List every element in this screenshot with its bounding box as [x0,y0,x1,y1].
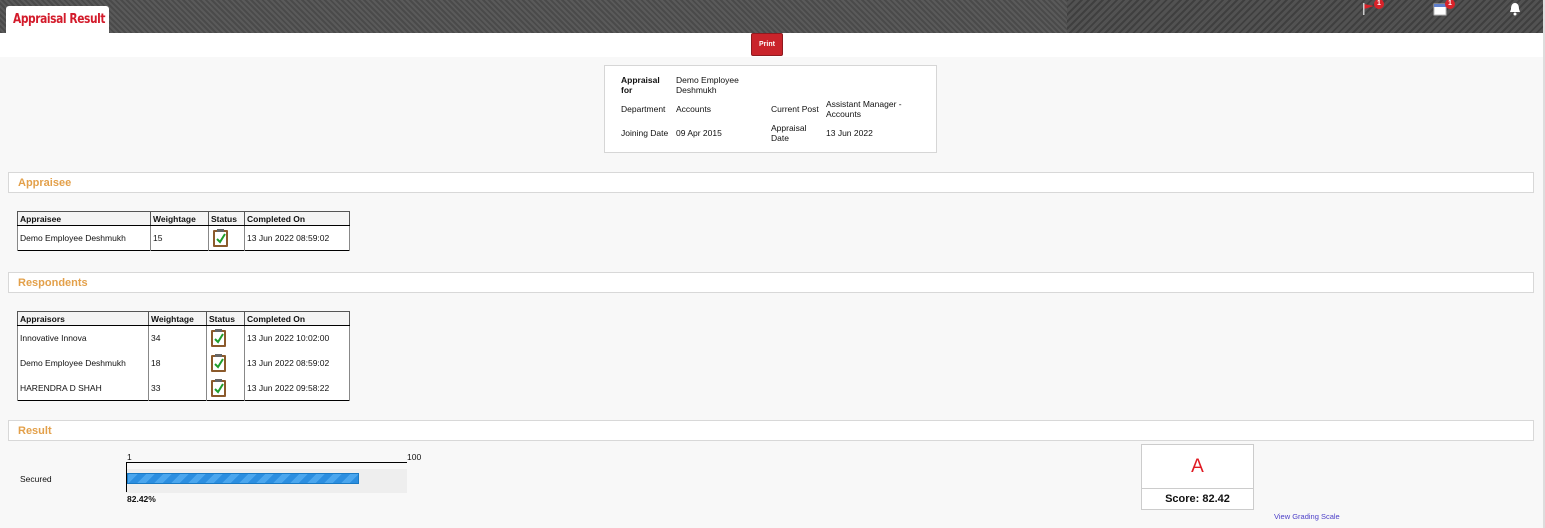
secured-progress-bar [127,473,359,484]
respondents-table: Appraisors Weightage Status Completed On… [17,311,350,401]
department-label: Department [621,104,666,114]
table-row: Demo Employee Deshmukh 18 13 Jun 2022 08… [17,350,350,376]
weightage-cell: 18 [148,350,207,376]
scale-axis [126,462,407,463]
department-value: Accounts [676,104,711,114]
calendar-icon[interactable]: 1 [1433,0,1455,16]
secured-label: Secured [20,474,52,484]
respondents-section-title: Respondents [18,277,88,289]
grade-card: A Score: 82.42 [1141,444,1254,510]
appraisee-name: Demo Employee Deshmukh [17,225,151,251]
column-header: Completed On [244,311,350,326]
page-title: Appraisal Result [13,12,106,27]
column-header: Completed On [244,211,350,226]
weightage-cell: 34 [148,325,207,351]
column-header: Status [206,311,245,326]
appraisor-name: Demo Employee Deshmukh [17,350,149,376]
current-post-value: Assistant Manager - Accounts [826,99,902,119]
joining-date-label: Joining Date [621,128,669,138]
completed-checklist-icon[interactable] [212,228,229,248]
print-button[interactable]: Print [751,33,783,56]
column-header: Appraisee [17,211,151,226]
navbar-texture [1067,0,1545,33]
table-row: HARENDRA D SHAH 33 13 Jun 2022 09:58:22 [17,375,350,401]
completed-checklist-icon[interactable] [210,353,227,373]
appraisee-section-header: Appraisee [8,172,1534,193]
current-post-label: Current Post [771,104,819,114]
respondents-section-header: Respondents [8,272,1534,293]
appraisee-table: Appraisee Weightage Status Completed On … [17,211,350,251]
table-header-row: Appraisors Weightage Status Completed On [17,311,350,326]
appraisal-for-value: Demo Employee Deshmukh [676,75,739,95]
column-header: Status [208,211,245,226]
appraisal-date-label: Appraisal Date [771,123,807,143]
employee-info-card: Appraisal for Demo Employee Deshmukh Dep… [604,65,937,153]
completed-on-cell: 13 Jun 2022 08:59:02 [244,225,350,251]
score-label: Score: 82.42 [1165,493,1230,505]
table-row: Demo Employee Deshmukh 15 13 Jun 2022 08… [17,225,350,251]
completed-on-cell: 13 Jun 2022 08:59:02 [244,350,350,376]
completed-on-cell: 13 Jun 2022 10:02:00 [244,325,350,351]
appraisal-date-value: 13 Jun 2022 [826,128,873,138]
appraisal-for-label: Appraisal for [621,75,660,95]
appraisor-name: HARENDRA D SHAH [17,375,149,401]
scale-max-label: 100 [407,452,422,462]
grade-letter: A [1191,456,1204,477]
table-row: Innovative Innova 34 13 Jun 2022 10:02:0… [17,325,350,351]
view-grading-scale-link[interactable]: View Grading Scale [1274,512,1340,521]
completed-on-cell: 13 Jun 2022 09:58:22 [244,375,350,401]
appraisee-section-title: Appraisee [18,177,72,189]
appraisor-name: Innovative Innova [17,325,149,351]
flag-icon[interactable]: 1 [1362,0,1384,16]
grade-divider [1142,488,1253,489]
weightage-cell: 15 [150,225,209,251]
column-header: Weightage [150,211,209,226]
joining-date-value: 09 Apr 2015 [676,128,722,138]
status-cell [206,350,245,376]
weightage-cell: 33 [148,375,207,401]
table-header-row: Appraisee Weightage Status Completed On [17,211,350,226]
top-navbar [0,0,1545,33]
status-cell [208,225,245,251]
completed-checklist-icon[interactable] [210,328,227,348]
result-section-header: Result [8,420,1534,441]
status-cell [206,325,245,351]
bell-icon[interactable] [1508,2,1524,16]
column-header: Weightage [148,311,207,326]
page-title-tab: Appraisal Result [6,6,109,33]
column-header: Appraisors [17,311,149,326]
scale-min-label: 1 [127,452,132,462]
result-section-title: Result [18,425,52,437]
completed-checklist-icon[interactable] [210,378,227,398]
status-cell [206,375,245,401]
secured-percent: 82.42% [127,494,156,504]
